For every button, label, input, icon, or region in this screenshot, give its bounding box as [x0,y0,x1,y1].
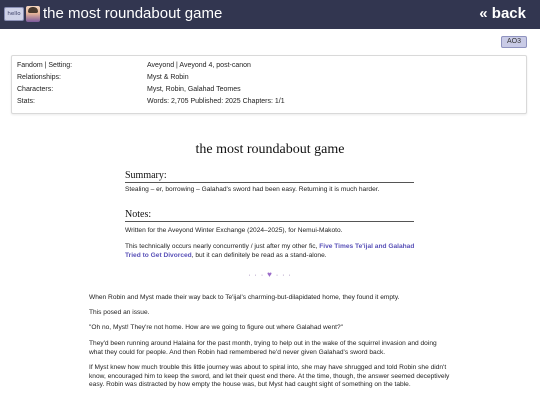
story-paragraph: When Robin and Myst made their way back … [89,294,400,301]
summary-heading: Summary: [125,169,414,183]
ao3-button[interactable]: AO3 [500,36,527,48]
story-paragraph: "Oh no, Myst! They're not home. How are … [89,324,343,331]
story-paragraph: They'd been running around Halaina for t… [89,340,437,356]
meta-value: Myst & Robin [147,74,189,81]
meta-value: Aveyond | Aveyond 4, post-canon [147,62,251,69]
story-paragraph: If Myst knew how much trouble this littl… [89,364,450,388]
divider-dots-left: · · · [248,272,265,279]
site-title: the most roundabout game [43,5,223,22]
meta-key: Relationships: [17,74,61,81]
notes-line-related: This technically occurs nearly concurren… [125,243,420,260]
notes-text: This technically occurs nearly concurren… [125,243,320,250]
meta-key: Stats: [17,98,35,105]
meta-key: Characters: [17,86,54,93]
work-meta-box: Fandom | Setting: Aveyond | Aveyond 4, p… [11,55,527,114]
meta-key: Fandom | Setting: [17,62,73,69]
notes-text: , but it can definitely be read as a sta… [191,251,327,259]
site-logo[interactable]: hello [4,6,40,22]
notes-heading: Notes: [125,208,414,222]
section-divider: · · · ♥ · · · [0,270,540,279]
meta-value: Words: 2,705 Published: 2025 Chapters: 1… [147,98,285,105]
meta-value: Myst, Robin, Galahad Teomes [147,86,241,93]
logo-badge: hello [4,7,24,21]
summary-text: Stealing – er, borrowing – Galahad's swo… [125,186,380,193]
notes-line-exchange: Written for the Aveyond Winter Exchange … [125,227,343,234]
work-title: the most roundabout game [195,142,345,157]
divider-dots-right: · · · [275,272,292,279]
top-bar: hello the most roundabout game « back [0,0,540,29]
avatar-icon [26,6,40,22]
back-link[interactable]: « back [479,4,526,24]
story-paragraph: This posed an issue. [89,309,150,316]
heart-icon: ♥ [267,270,273,279]
